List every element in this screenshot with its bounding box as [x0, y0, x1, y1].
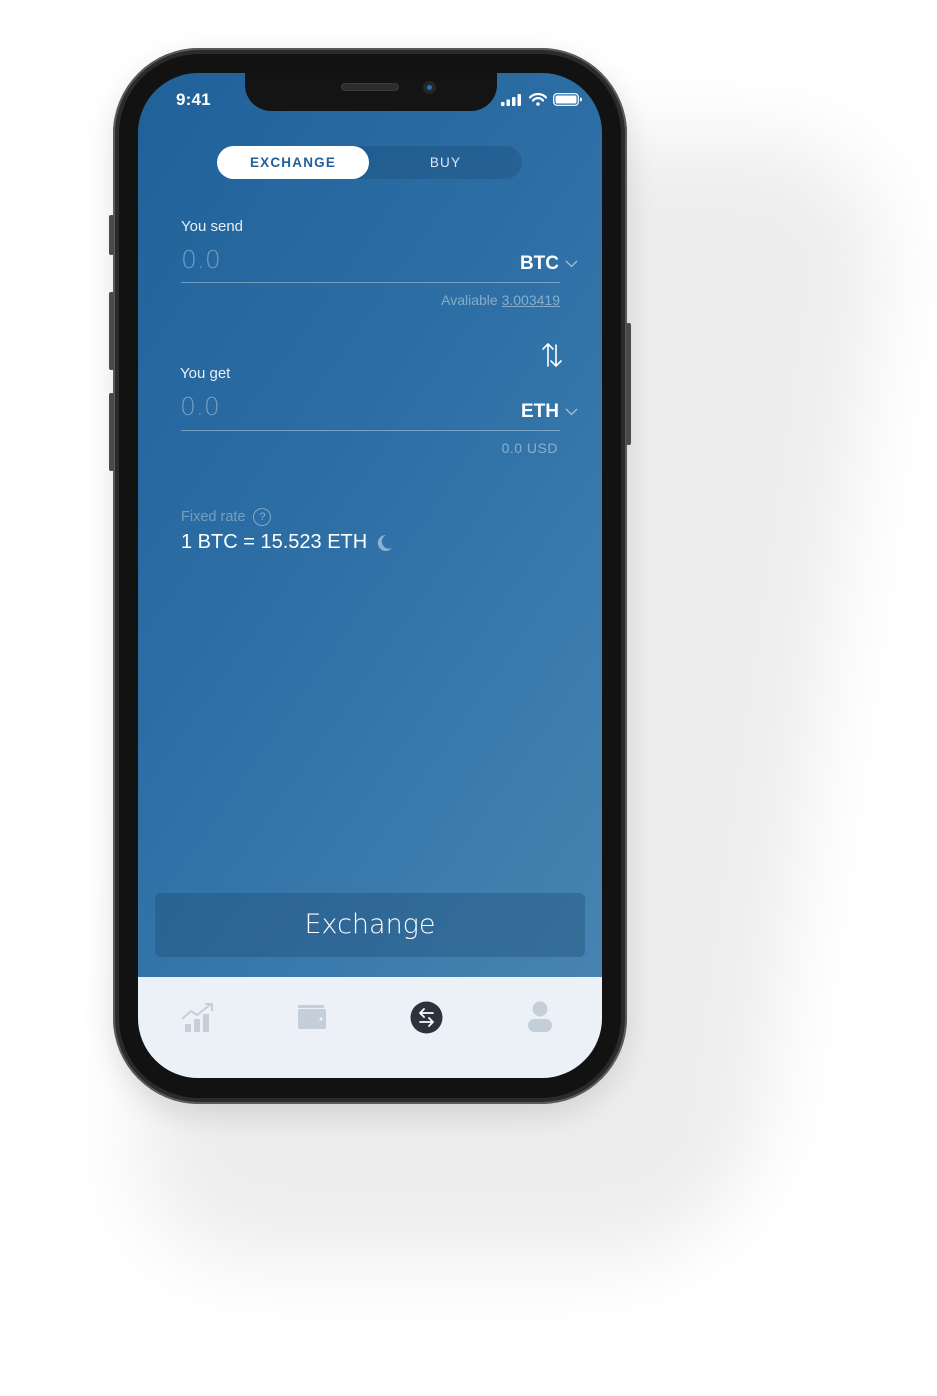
available-balance: Avaliable 3.003419	[441, 292, 560, 308]
app-screen: 9:41 EXCHANGE BUY You send BTC Avaliable	[138, 73, 602, 1078]
volume-down-button	[109, 393, 114, 471]
tab-exchange[interactable]: EXCHANGE	[217, 146, 369, 179]
cellular-signal-icon	[501, 93, 521, 106]
status-icons	[501, 93, 582, 106]
fixed-rate-label-row: Fixed rate ?	[181, 508, 272, 526]
tab-profile[interactable]	[520, 997, 560, 1037]
tab-wallet[interactable]	[292, 997, 332, 1037]
send-underline	[181, 282, 560, 283]
chart-growth-icon	[181, 1003, 213, 1032]
silent-switch	[109, 215, 114, 255]
send-currency-select[interactable]: BTC	[520, 253, 578, 275]
timer-icon	[377, 534, 393, 551]
speaker	[341, 83, 399, 91]
chevron-down-icon	[565, 408, 578, 416]
power-button	[626, 323, 631, 445]
help-icon[interactable]: ?	[253, 508, 272, 526]
exchange-icon	[410, 1001, 442, 1033]
send-label: You send	[181, 218, 244, 235]
wifi-icon	[529, 93, 547, 106]
volume-up-button	[109, 292, 114, 370]
tab-markets[interactable]	[178, 997, 218, 1037]
tab-buy[interactable]: BUY	[369, 146, 522, 179]
tab-exchange-nav[interactable]	[406, 997, 446, 1037]
get-underline	[181, 430, 560, 431]
profile-icon	[528, 1001, 552, 1032]
available-amount-link[interactable]: 3.003419	[502, 292, 560, 308]
get-currency-select[interactable]: ETH	[521, 401, 578, 423]
chevron-down-icon	[565, 260, 578, 268]
swap-direction-icon[interactable]	[540, 341, 564, 369]
fiat-value: 0.0 USD	[501, 440, 558, 456]
get-label: You get	[180, 365, 231, 382]
get-amount-input[interactable]	[180, 392, 400, 421]
battery-icon	[553, 93, 582, 106]
front-camera	[423, 81, 436, 94]
exchange-rate-value: 1 BTC = 15.523 ETH	[181, 531, 368, 553]
available-label: Avaliable	[441, 292, 498, 308]
exchange-button[interactable]: Exchange	[155, 893, 585, 957]
status-time: 9:41	[176, 90, 211, 109]
send-amount-input[interactable]	[181, 245, 401, 274]
fixed-rate-label: Fixed rate	[181, 509, 246, 525]
send-currency-label: BTC	[519, 253, 559, 274]
rate-row: 1 BTC = 15.523 ETH	[181, 531, 393, 554]
bottom-tab-bar	[138, 977, 602, 1078]
get-currency-label: ETH	[521, 401, 559, 422]
mode-segmented-control: EXCHANGE BUY	[217, 146, 522, 179]
notch	[245, 73, 497, 111]
wallet-icon	[298, 1005, 326, 1029]
